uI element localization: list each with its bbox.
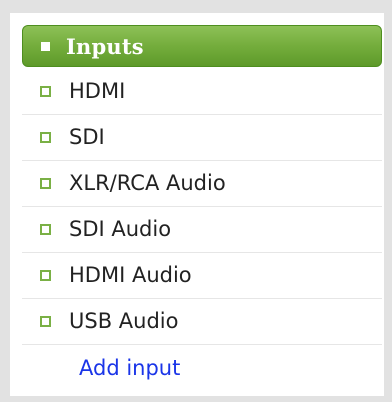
hollow-square-bullet-icon (40, 316, 51, 327)
add-input-row: Add input (22, 345, 382, 391)
menu-item-usb-audio[interactable]: USB Audio (22, 299, 382, 345)
menu-item-label: USB Audio (69, 309, 179, 333)
menu-item-label: SDI Audio (69, 217, 172, 241)
menu-item-hdmi[interactable]: HDMI (22, 69, 382, 115)
menu-item-label: HDMI (69, 79, 126, 103)
hollow-square-bullet-icon (40, 224, 51, 235)
inputs-header-title: Inputs (66, 33, 144, 59)
square-bullet-icon (41, 41, 50, 51)
menu-item-sdi[interactable]: SDI (22, 115, 382, 161)
menu-item-sdi-audio[interactable]: SDI Audio (22, 207, 382, 253)
inputs-header[interactable]: Inputs (22, 25, 382, 67)
menu-item-label: XLR/RCA Audio (69, 171, 226, 195)
hollow-square-bullet-icon (40, 132, 51, 143)
menu-item-label: HDMI Audio (69, 263, 192, 287)
menu-item-label: SDI (69, 125, 105, 149)
menu-item-hdmi-audio[interactable]: HDMI Audio (22, 253, 382, 299)
inputs-panel: Inputs HDMI SDI XLR/RCA Audio SDI Audio … (10, 13, 384, 396)
hollow-square-bullet-icon (40, 86, 51, 97)
menu-item-xlr-rca-audio[interactable]: XLR/RCA Audio (22, 161, 382, 207)
hollow-square-bullet-icon (40, 178, 51, 189)
hollow-square-bullet-icon (40, 270, 51, 281)
add-input-link[interactable]: Add input (79, 357, 180, 379)
inputs-menu: HDMI SDI XLR/RCA Audio SDI Audio HDMI Au… (22, 69, 382, 391)
